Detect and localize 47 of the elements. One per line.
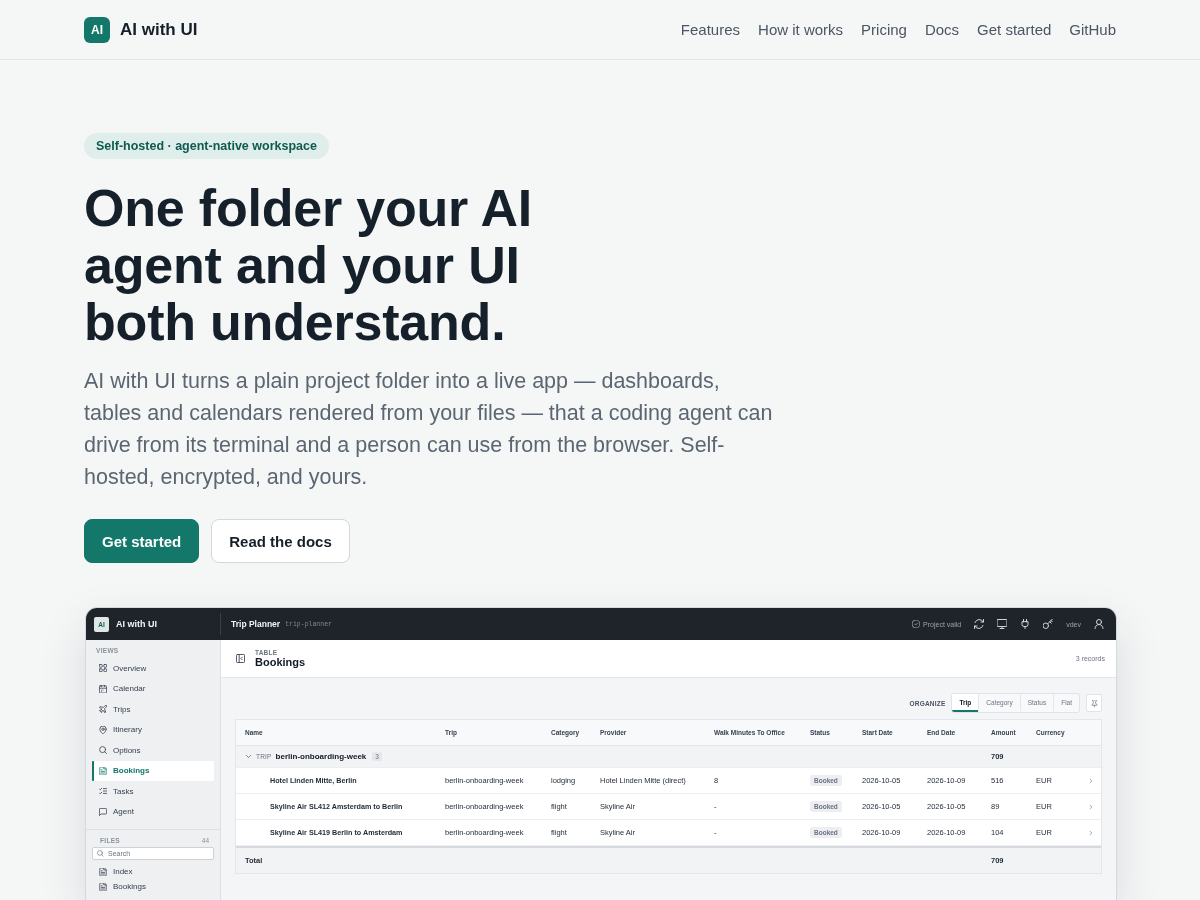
- sidebar-item[interactable]: Overview: [92, 658, 214, 679]
- headline: One folder your AI agent and your UI both understand.: [84, 180, 534, 351]
- sidebar-item[interactable]: Itinerary: [92, 719, 214, 740]
- file-item[interactable]: Index: [92, 864, 214, 879]
- get-started-button[interactable]: Get started: [84, 519, 200, 563]
- brand-name: AI with UI: [116, 619, 157, 629]
- user-icon[interactable]: [1094, 619, 1104, 629]
- document-icon: [99, 882, 107, 891]
- search-icon: [97, 850, 104, 857]
- sidebar-item[interactable]: Trips: [92, 699, 214, 720]
- sidebar-item[interactable]: Calendar: [92, 678, 214, 699]
- nav-link[interactable]: How it works: [758, 21, 844, 38]
- checklist-icon: [99, 787, 107, 796]
- refresh-icon[interactable]: [974, 619, 985, 629]
- sidebar-item[interactable]: Agent: [92, 801, 214, 822]
- docs-button[interactable]: Read the docs: [211, 519, 350, 563]
- sidebar-item[interactable]: Options: [92, 740, 214, 761]
- view-title: Bookings: [255, 656, 306, 668]
- tagline-badge: Self-hosted · agent-native workspace: [84, 133, 329, 159]
- nav-link[interactable]: Get started: [977, 21, 1052, 38]
- file-item[interactable]: Bookings: [92, 879, 214, 894]
- group-name: berlin-onboarding-week: [275, 752, 367, 761]
- nav-link[interactable]: Features: [680, 21, 741, 38]
- document-icon: [99, 766, 107, 775]
- logo[interactable]: AI: [84, 16, 110, 43]
- check-circle-icon: [912, 620, 921, 628]
- search-icon: [99, 746, 107, 755]
- monitor-icon[interactable]: [997, 619, 1008, 629]
- nav-link[interactable]: Pricing: [861, 21, 907, 38]
- sidebar-item[interactable]: Tasks: [92, 781, 214, 802]
- panel-icon[interactable]: [236, 654, 245, 663]
- nav-link[interactable]: GitHub: [1069, 21, 1116, 38]
- nav-link[interactable]: Docs: [924, 21, 960, 38]
- pin-icon: [1090, 699, 1098, 707]
- map-pin-icon: [99, 725, 107, 734]
- plug-icon[interactable]: [1020, 619, 1031, 629]
- grid-icon: [99, 664, 107, 673]
- chevron-down-icon[interactable]: [245, 753, 252, 760]
- brand-name[interactable]: AI with UI: [120, 19, 198, 40]
- description: AI with UI turns a plain project folder into a live app — dashboards, tables and calendars rendered from your files — that a coding agent can drive from its terminal and a person can use from the browser. Self-hosted, encrypted, and yours.: [84, 368, 774, 491]
- document-icon: [99, 867, 107, 876]
- chat-bubble-icon: [99, 807, 107, 816]
- calendar-icon: [99, 684, 107, 693]
- key-icon[interactable]: [1043, 619, 1054, 629]
- sidebar-item[interactable]: Bookings: [92, 760, 214, 781]
- plane-icon: [99, 705, 107, 714]
- project-title: Trip Planner: [231, 619, 281, 629]
